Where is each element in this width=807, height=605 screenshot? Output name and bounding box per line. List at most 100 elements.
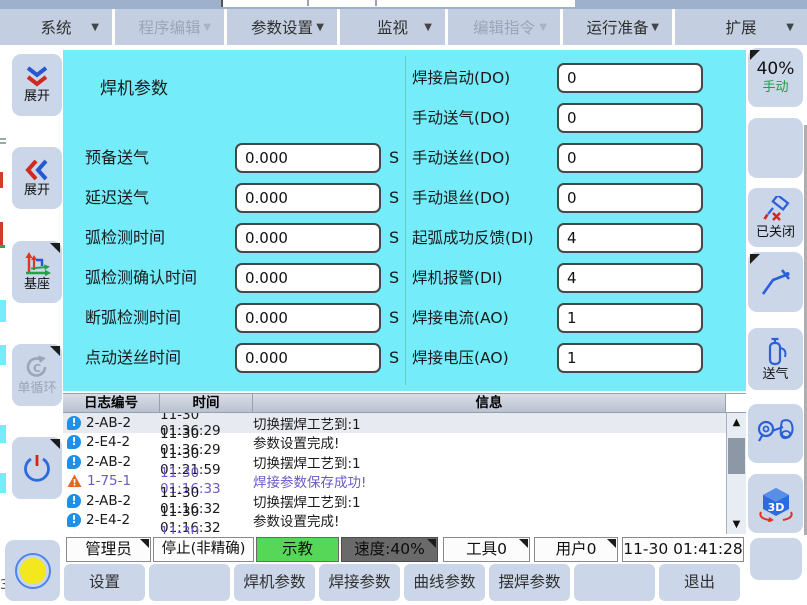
unit-label: S: [389, 143, 399, 173]
curve-params-button[interactable]: 曲线参数: [404, 564, 485, 601]
manual-gas-do-input[interactable]: [557, 103, 703, 133]
settings-button[interactable]: 设置: [64, 564, 145, 601]
gas-feed-button[interactable]: 送气: [748, 328, 803, 390]
expand-down-label: 展开: [24, 89, 50, 104]
user-level-indicator[interactable]: 管理员: [66, 537, 151, 562]
menu-monitor-label: 监视: [377, 16, 408, 38]
field-label-wire-back-do: 手动退丝(DO): [412, 183, 510, 213]
background-window-edge: [221, 0, 575, 7]
tool-frame-indicator[interactable]: 工具0: [443, 537, 530, 562]
weld-voltage-ao-input[interactable]: [557, 343, 703, 373]
wire-back-do-input[interactable]: [557, 183, 703, 213]
pregas-input[interactable]: [235, 143, 381, 173]
scroll-thumb[interactable]: [728, 438, 745, 474]
tool-frame-label: 工具0: [466, 540, 507, 558]
3d-view-button[interactable]: 3D: [748, 474, 803, 533]
servo-indicator-button[interactable]: [5, 540, 60, 601]
menu-edit-command: 编辑指令 ▼: [448, 9, 563, 45]
panel-divider: [405, 56, 406, 385]
menu-system-label: 系统: [40, 16, 71, 38]
field-label-delaygas: 延迟送气: [85, 183, 149, 213]
coordinate-axes-icon: [23, 252, 51, 276]
weld-current-ao-input[interactable]: [557, 303, 703, 333]
menu-monitor[interactable]: 监视 ▼: [340, 9, 448, 45]
servo-ring-icon: [15, 553, 51, 589]
chevron-down-icon: ▼: [651, 22, 659, 33]
base-frame-label: 基座: [24, 277, 50, 292]
arc-detect-input[interactable]: [235, 223, 381, 253]
manual-mode-label: 手动: [762, 80, 788, 96]
single-cycle-button: C 单循环: [12, 344, 62, 406]
background-window-tick: [307, 0, 309, 6]
double-chevron-left-icon: [24, 158, 50, 182]
menu-extend[interactable]: 扩展 ▼: [675, 9, 807, 45]
torch-off-button[interactable]: 已关闭: [748, 188, 803, 247]
speed-mode-button[interactable]: 40% 手动: [748, 48, 803, 107]
chevron-down-icon: ▼: [424, 22, 432, 33]
arc-ok-di-input[interactable]: [557, 223, 703, 253]
weld-start-do-input[interactable]: [557, 63, 703, 93]
field-label-jog-wirefeed: 点动送丝时间: [85, 343, 181, 373]
teach-pendant-button[interactable]: [748, 404, 803, 463]
welder-params-button[interactable]: 焊机参数: [234, 564, 315, 601]
expand-left-button[interactable]: 展开: [12, 147, 62, 209]
chevron-down-icon: ▼: [786, 22, 794, 33]
blank-function-button[interactable]: [149, 564, 230, 601]
menu-program-edit-label: 程序编辑: [138, 16, 200, 38]
welder-alarm-di-input[interactable]: [557, 263, 703, 293]
log-row-partial[interactable]: ! 1-75-1 11-30 01:16:32 焊接参数保存成功!: [63, 530, 726, 534]
field-label-arc-confirm: 弧检测确认时间: [85, 263, 197, 293]
torch-tool-button[interactable]: [748, 252, 803, 312]
teach-mode-indicator: 示教: [256, 537, 339, 562]
jog-wirefeed-input[interactable]: [235, 343, 381, 373]
menu-system[interactable]: 系统 ▼: [0, 9, 115, 45]
log-scrollbar[interactable]: ▲ ▼: [726, 413, 746, 534]
corner-flag-icon: [427, 539, 436, 548]
info-icon: !: [67, 416, 81, 430]
servo-lamp-icon: [20, 558, 46, 584]
gas-cylinder-icon: [762, 336, 790, 366]
menu-run-prepare-label: 运行准备: [586, 16, 648, 38]
weld-params-button[interactable]: 焊接参数: [319, 564, 400, 601]
scroll-up-icon[interactable]: ▲: [727, 417, 746, 428]
arc-confirm-input[interactable]: [235, 263, 381, 293]
user-level-label: 管理员: [85, 540, 132, 558]
menu-run-prepare[interactable]: 运行准备 ▼: [563, 9, 675, 45]
menu-parameter-settings[interactable]: 参数设置 ▼: [227, 9, 340, 45]
arc-break-input[interactable]: [235, 303, 381, 333]
wire-feed-do-input[interactable]: [557, 143, 703, 173]
panel-title: 焊机参数: [100, 74, 168, 99]
blank-function-button[interactable]: [574, 564, 655, 601]
chevron-down-icon: ▼: [203, 22, 211, 33]
corner-flag-icon: [140, 539, 149, 548]
scroll-down-icon[interactable]: ▼: [727, 519, 746, 530]
datetime-label: 11-30 01:41:28: [623, 540, 743, 558]
edge-fragment: [0, 142, 6, 144]
power-icon: [22, 453, 52, 483]
expand-down-button[interactable]: 展开: [12, 54, 62, 116]
corner-flag-icon: [750, 50, 760, 60]
log-table: 日志编号 时间 信息 !2-AB-2 11-30 01:36:29 切换摆焊工艺…: [63, 393, 746, 534]
blank-button[interactable]: [750, 538, 802, 580]
edge-fragment: [0, 300, 6, 322]
edge-fragment: [0, 425, 6, 443]
field-label-weld-voltage-ao: 焊接电压(AO): [412, 343, 509, 373]
speed-indicator[interactable]: 速度:40%: [341, 537, 438, 562]
base-frame-button[interactable]: 基座: [12, 241, 62, 303]
menu-extend-label: 扩展: [725, 16, 756, 38]
delaygas-input[interactable]: [235, 183, 381, 213]
3d-cube-icon: 3D: [757, 486, 795, 522]
torch-state-label: 已关闭: [756, 225, 795, 240]
field-label-weld-start-do: 焊接启动(DO): [412, 63, 510, 93]
speed-label: 速度:40%: [354, 540, 425, 558]
field-label-weld-current-ao: 焊接电流(AO): [412, 303, 509, 333]
blank-button[interactable]: [748, 118, 803, 178]
edge-fragment: [0, 172, 3, 188]
background-window-tick: [375, 0, 377, 6]
power-button[interactable]: [12, 437, 62, 499]
welder-parameter-screen: 系统 ▼ 程序编辑 ▼ 参数设置 ▼ 监视 ▼ 编辑指令 ▼ 运行准备 ▼: [0, 0, 807, 605]
exit-button[interactable]: 退出: [659, 564, 740, 601]
corner-flag-icon: [50, 243, 60, 253]
user-frame-indicator[interactable]: 用户0: [534, 537, 618, 562]
weave-params-button[interactable]: 摆焊参数: [489, 564, 570, 601]
